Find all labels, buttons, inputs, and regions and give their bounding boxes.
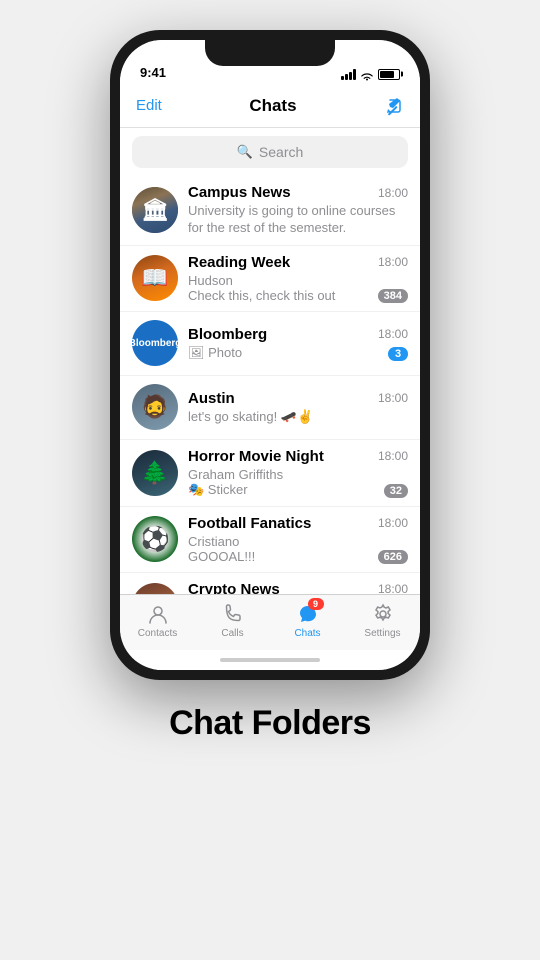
chat-message: Check this, check this out <box>188 288 372 303</box>
calls-icon <box>221 602 245 626</box>
search-placeholder: Search <box>259 144 303 160</box>
chat-content: Bloomberg 18:00 🖼 Photo 3 <box>188 326 408 361</box>
chat-content: Reading Week 18:00 Hudson Check this, ch… <box>188 254 408 303</box>
list-item[interactable]: Bloomberg Bloomberg 18:00 🖼 Photo 3 <box>120 312 420 376</box>
notch <box>205 40 335 66</box>
chat-time: 18:00 <box>378 449 408 463</box>
badge: 32 <box>384 484 408 498</box>
chat-time: 18:00 <box>378 327 408 341</box>
chat-name: Bloomberg <box>188 326 267 343</box>
tab-contacts-label: Contacts <box>138 628 177 639</box>
chat-name: Football Fanatics <box>188 515 311 532</box>
chat-content: Football Fanatics 18:00 Cristiano GOOOAL… <box>188 515 408 564</box>
chats-badge: 9 <box>308 598 324 610</box>
badge: 3 <box>388 347 408 361</box>
avatar <box>132 384 178 430</box>
chat-name: Horror Movie Night <box>188 448 324 465</box>
chat-time: 18:00 <box>378 516 408 530</box>
status-time: 9:41 <box>140 65 166 80</box>
search-input[interactable]: 🔍 Search <box>132 136 408 168</box>
battery-icon <box>378 69 400 80</box>
home-indicator <box>120 650 420 670</box>
header-title: Chats <box>249 96 296 116</box>
sender-name: Hudson <box>188 273 372 288</box>
tab-settings-label: Settings <box>364 628 400 639</box>
avatar <box>132 187 178 233</box>
chat-message: 🎭 Sticker <box>188 482 378 498</box>
chat-time: 18:00 <box>378 391 408 405</box>
chat-preview: let's go skating! 🛹✌ <box>188 409 408 425</box>
header: Edit Chats <box>120 84 420 128</box>
edit-button[interactable]: Edit <box>136 97 162 114</box>
chat-preview: Graham Griffiths 🎭 Sticker <box>188 467 378 498</box>
list-item[interactable]: Horror Movie Night 18:00 Graham Griffith… <box>120 440 420 507</box>
page-title-section: Chat Folders <box>169 704 371 743</box>
chats-icon: 9 <box>296 602 320 626</box>
chat-name: Reading Week <box>188 254 290 271</box>
chat-content: Austin 18:00 let's go skating! 🛹✌ <box>188 390 408 425</box>
chat-content: Horror Movie Night 18:00 Graham Griffith… <box>188 448 408 498</box>
list-item[interactable]: Football Fanatics 18:00 Cristiano GOOOAL… <box>120 507 420 573</box>
list-item[interactable]: Reading Week 18:00 Hudson Check this, ch… <box>120 246 420 312</box>
chat-content: Crypto News 18:00 Boss What a few weeks … <box>188 581 408 594</box>
chat-list: Campus News 18:00 University is going to… <box>120 176 420 594</box>
avatar <box>132 255 178 301</box>
list-item[interactable]: Austin 18:00 let's go skating! 🛹✌ <box>120 376 420 440</box>
badge: 626 <box>378 550 408 564</box>
chat-message: GOOOAL!!! <box>188 549 372 564</box>
chat-preview: 🖼 Photo <box>188 345 382 361</box>
contacts-icon <box>146 602 170 626</box>
chat-content: Campus News 18:00 University is going to… <box>188 184 408 237</box>
tab-settings[interactable]: Settings <box>345 602 420 639</box>
badge: 384 <box>378 289 408 303</box>
chat-name: Crypto News <box>188 581 280 594</box>
chat-name: Campus News <box>188 184 291 201</box>
tab-chats[interactable]: 9 Chats <box>270 602 345 639</box>
wifi-icon <box>360 69 374 79</box>
sender-name: Cristiano <box>188 534 372 549</box>
search-icon: 🔍 <box>237 144 253 160</box>
phone-screen: 9:41 Edit Chats <box>120 40 420 670</box>
list-item[interactable]: Crypto News 18:00 Boss What a few weeks … <box>120 573 420 594</box>
avatar <box>132 583 178 594</box>
avatar <box>132 516 178 562</box>
page-title: Chat Folders <box>169 704 371 743</box>
phone-frame: 9:41 Edit Chats <box>110 30 430 680</box>
chat-preview: Cristiano GOOOAL!!! <box>188 534 372 564</box>
chat-name: Austin <box>188 390 235 407</box>
settings-icon <box>371 602 395 626</box>
compose-button[interactable] <box>384 96 404 116</box>
tab-contacts[interactable]: Contacts <box>120 602 195 639</box>
tab-calls[interactable]: Calls <box>195 602 270 639</box>
status-icons <box>341 68 400 80</box>
chat-preview: Hudson Check this, check this out <box>188 273 372 303</box>
avatar: Bloomberg <box>132 320 178 366</box>
tab-bar: Contacts Calls 9 Chats <box>120 594 420 650</box>
chat-time: 18:00 <box>378 255 408 269</box>
chat-time: 18:00 <box>378 186 408 200</box>
chat-preview: University is going to online coursesfor… <box>188 203 408 237</box>
search-bar: 🔍 Search <box>120 128 420 176</box>
tab-chats-label: Chats <box>294 628 320 639</box>
tab-calls-label: Calls <box>221 628 243 639</box>
list-item[interactable]: Campus News 18:00 University is going to… <box>120 176 420 246</box>
sender-name: Graham Griffiths <box>188 467 378 482</box>
avatar <box>132 450 178 496</box>
signal-icon <box>341 68 356 80</box>
chat-time: 18:00 <box>378 582 408 594</box>
